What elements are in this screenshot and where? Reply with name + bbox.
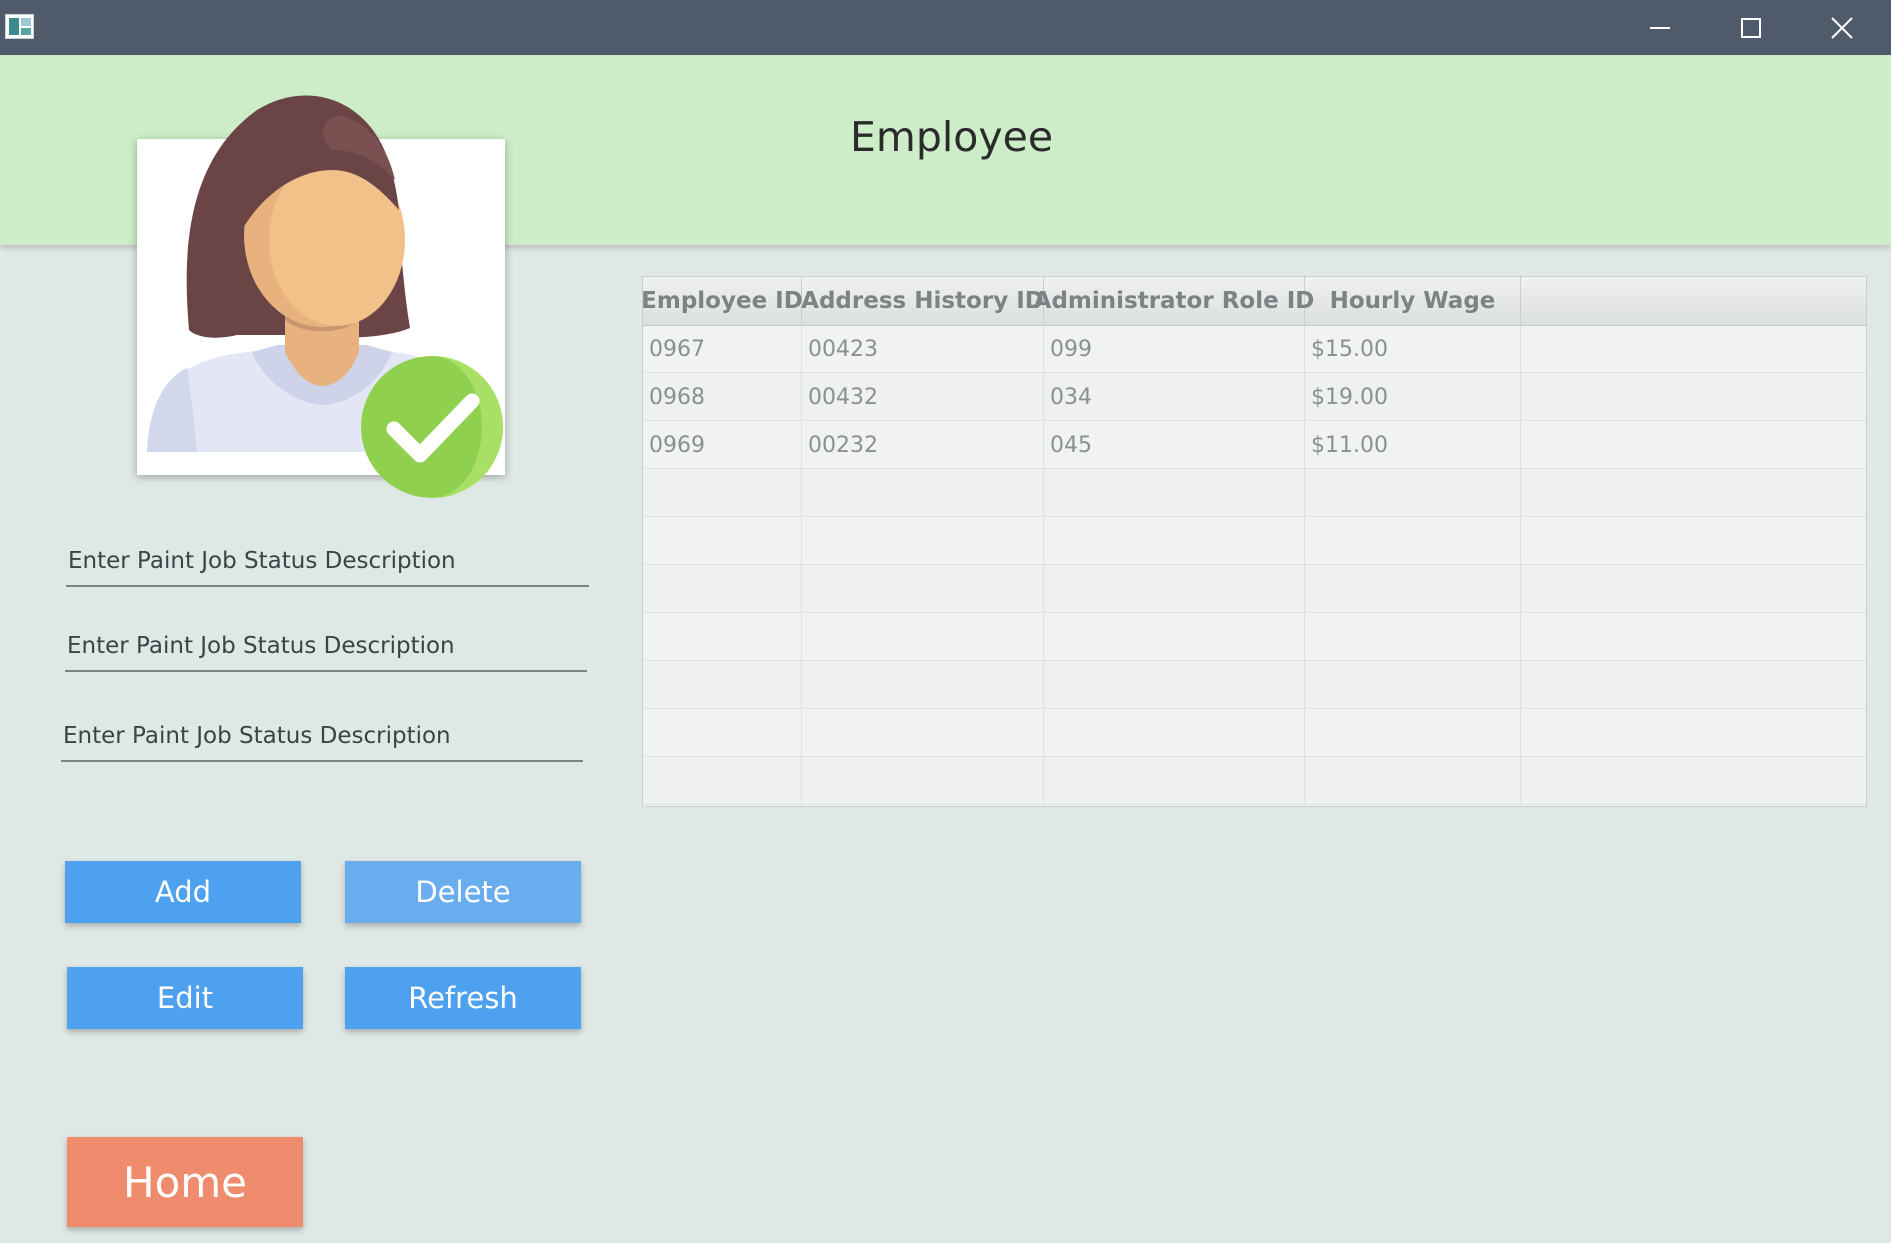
- minimize-icon: [1650, 26, 1670, 29]
- description-field-2[interactable]: [65, 622, 589, 672]
- description-field-3[interactable]: [61, 712, 585, 762]
- cell-administrator-role-id: 045: [1044, 421, 1305, 469]
- employee-table[interactable]: Employee ID Address History ID Administr…: [642, 276, 1867, 807]
- edit-button[interactable]: Edit: [67, 967, 303, 1029]
- column-header-hourly-wage[interactable]: Hourly Wage: [1305, 277, 1521, 325]
- cell-employee-id: 0968: [643, 373, 802, 421]
- empty-table-row: [643, 613, 1866, 661]
- cell-hourly-wage: $11.00: [1305, 421, 1521, 469]
- cell-hourly-wage: $15.00: [1305, 325, 1521, 373]
- cell-address-history-id: 00232: [802, 421, 1044, 469]
- column-header-filler: [1521, 277, 1866, 325]
- empty-table-row: [643, 469, 1866, 517]
- cell-administrator-role-id: 099: [1044, 325, 1305, 373]
- page-title: Employee: [850, 113, 1054, 161]
- table-row[interactable]: 0969 00232 045 $11.00: [643, 421, 1866, 469]
- cell-employee-id: 0967: [643, 325, 802, 373]
- cell-address-history-id: 00423: [802, 325, 1044, 373]
- empty-table-row: [643, 517, 1866, 565]
- empty-table-row: [643, 661, 1866, 709]
- cell-hourly-wage: $19.00: [1305, 373, 1521, 421]
- description-input-1[interactable]: [66, 537, 591, 585]
- description-input-3[interactable]: [61, 712, 585, 760]
- column-header-administrator-role-id[interactable]: Administrator Role ID: [1034, 277, 1314, 325]
- checkmark-icon: [361, 356, 503, 498]
- column-header-address-history-id[interactable]: Address History ID: [801, 277, 1044, 325]
- cell-filler: [1521, 373, 1866, 421]
- table-header: Employee ID Address History ID Administr…: [643, 277, 1866, 326]
- table-row[interactable]: 0967 00423 099 $15.00: [643, 325, 1866, 373]
- description-field-1[interactable]: [66, 537, 591, 587]
- cell-address-history-id: 00432: [802, 373, 1044, 421]
- cell-administrator-role-id: 034: [1044, 373, 1305, 421]
- empty-table-row: [643, 709, 1866, 757]
- window-titlebar: [0, 0, 1891, 55]
- refresh-button[interactable]: Refresh: [345, 967, 581, 1029]
- home-button[interactable]: Home: [67, 1137, 303, 1227]
- cell-filler: [1521, 325, 1866, 373]
- table-row[interactable]: 0968 00432 034 $19.00: [643, 373, 1866, 421]
- column-header-employee-id[interactable]: Employee ID: [643, 277, 803, 325]
- minimize-button[interactable]: [1615, 0, 1705, 55]
- description-input-2[interactable]: [65, 622, 589, 670]
- delete-button[interactable]: Delete: [345, 861, 581, 923]
- empty-table-row: [643, 757, 1866, 805]
- empty-table-row: [643, 565, 1866, 613]
- cell-filler: [1521, 421, 1866, 469]
- maximize-icon: [1741, 17, 1761, 38]
- maximize-button[interactable]: [1706, 0, 1796, 55]
- add-button[interactable]: Add: [65, 861, 301, 923]
- close-icon: [1831, 16, 1853, 39]
- app-icon: [5, 14, 34, 39]
- cell-employee-id: 0969: [643, 421, 802, 469]
- close-button[interactable]: [1797, 0, 1887, 55]
